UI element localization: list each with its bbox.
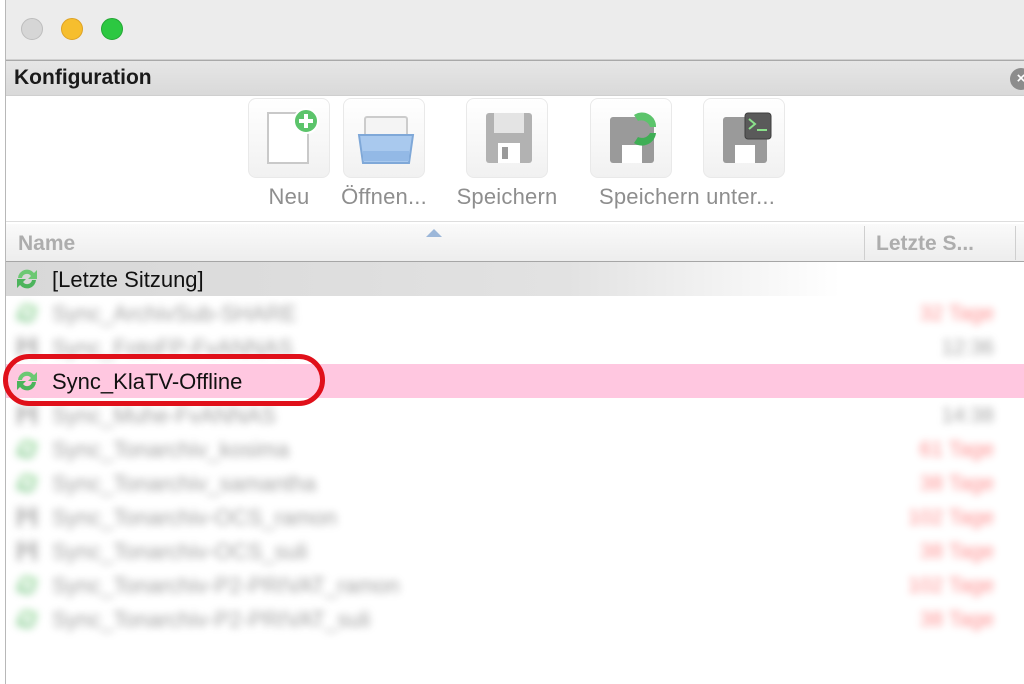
row-last-sync: 61 Tage: [919, 438, 994, 461]
save-sync-tile: [589, 98, 672, 178]
highlight-ring: [3, 354, 325, 406]
new-document-icon: [267, 108, 319, 164]
save-button-tile: [466, 98, 548, 178]
sync-icon: [14, 267, 40, 291]
list-item[interactable]: Sync_Tonarchiv-OCS_suli 38 Tage: [6, 534, 1024, 568]
row-name: [Letzte Sitzung]: [52, 267, 204, 292]
column-name-header[interactable]: Name: [18, 232, 75, 256]
row-name: Sync_Tonarchiv-OCS_suli: [52, 539, 308, 564]
open-button[interactable]: Öffnen...: [328, 98, 440, 214]
row-last-sync: 38 Tage: [919, 472, 994, 495]
row-last-sync: 32 Tage: [919, 302, 994, 325]
save-as-terminal-icon: [722, 112, 771, 163]
save-button-label: Speichern: [456, 184, 558, 209]
panel-close-icon[interactable]: ×: [1010, 68, 1024, 90]
sync-icon: [14, 607, 40, 631]
open-folder-icon: [357, 116, 415, 164]
window-close-button[interactable]: [21, 18, 43, 40]
disk-icon: [14, 505, 40, 529]
sort-ascending-icon: [426, 229, 442, 237]
sync-icon: [14, 471, 40, 495]
row-name: Sync_Muhe-FvANNAS: [52, 403, 276, 428]
app-window: Konfiguration × Neu Öffnen... Speichern …: [3, 0, 1024, 684]
row-last-sync: 102 Tage: [907, 506, 994, 529]
save-sync-icon: [609, 112, 656, 163]
column-divider[interactable]: [1015, 226, 1016, 260]
disk-icon: [14, 403, 40, 427]
save-as-tile: [702, 98, 785, 178]
window-zoom-button[interactable]: [101, 18, 123, 40]
new-button-label: Neu: [268, 184, 310, 209]
group-row[interactable]: [Letzte Sitzung]: [6, 262, 1024, 296]
row-last-sync: 38 Tage: [919, 608, 994, 631]
window-minimize-button[interactable]: [61, 18, 83, 40]
list-item[interactable]: Sync_Tonarchiv-P2-PRIVAT_suli 38 Tage: [6, 602, 1024, 636]
row-last-sync: 12:36: [941, 336, 994, 359]
list-item[interactable]: Sync_Tonarchiv_kosima 61 Tage: [6, 432, 1024, 466]
new-button-tile: [248, 98, 330, 178]
open-button-label: Öffnen...: [341, 184, 427, 209]
list-item[interactable]: Sync_Tonarchiv_samantha 38 Tage: [6, 466, 1024, 500]
row-last-sync: 14:38: [941, 404, 994, 427]
row-last-sync: 38 Tage: [919, 540, 994, 563]
panel-header: Konfiguration ×: [6, 60, 1024, 96]
toolbar: Neu Öffnen... Speichern Speichern unter.…: [6, 96, 1024, 222]
title-bar: [6, 0, 1024, 60]
panel-title: Konfiguration: [14, 66, 152, 89]
row-name: Sync_Tonarchiv_kosima: [52, 437, 290, 462]
row-last-sync: 102 Tage: [907, 574, 994, 597]
save-button[interactable]: Speichern: [442, 98, 572, 214]
sync-icon: [14, 437, 40, 461]
sync-icon: [14, 573, 40, 597]
row-name: Sync_Tonarchiv-P2-PRIVAT_suli: [52, 607, 371, 632]
list-item[interactable]: Sync_ArchivSub-SHARE 32 Tage: [6, 296, 1024, 330]
save-as-button[interactable]: Speichern unter...: [574, 98, 800, 214]
row-name: Sync_Tonarchiv-OCS_ramon: [52, 505, 337, 530]
column-divider[interactable]: [864, 226, 865, 260]
disk-icon: [14, 539, 40, 563]
row-name: Sync_Tonarchiv_samantha: [52, 471, 317, 496]
floppy-disk-icon: [486, 113, 532, 163]
row-name: Sync_Tonarchiv-P2-PRIVAT_ramon: [52, 573, 400, 598]
column-last-sync-header[interactable]: Letzte S...: [876, 232, 974, 256]
open-button-tile: [343, 98, 425, 178]
list-item[interactable]: Sync_Tonarchiv-P2-PRIVAT_ramon 102 Tage: [6, 568, 1024, 602]
save-as-button-label: Speichern unter...: [598, 184, 776, 209]
row-name: Sync_ArchivSub-SHARE: [52, 301, 297, 326]
list-item[interactable]: Sync_Tonarchiv-OCS_ramon 102 Tage: [6, 500, 1024, 534]
new-button[interactable]: Neu: [244, 98, 334, 214]
column-header: Name Letzte S...: [6, 224, 1024, 262]
sync-icon: [14, 301, 40, 325]
